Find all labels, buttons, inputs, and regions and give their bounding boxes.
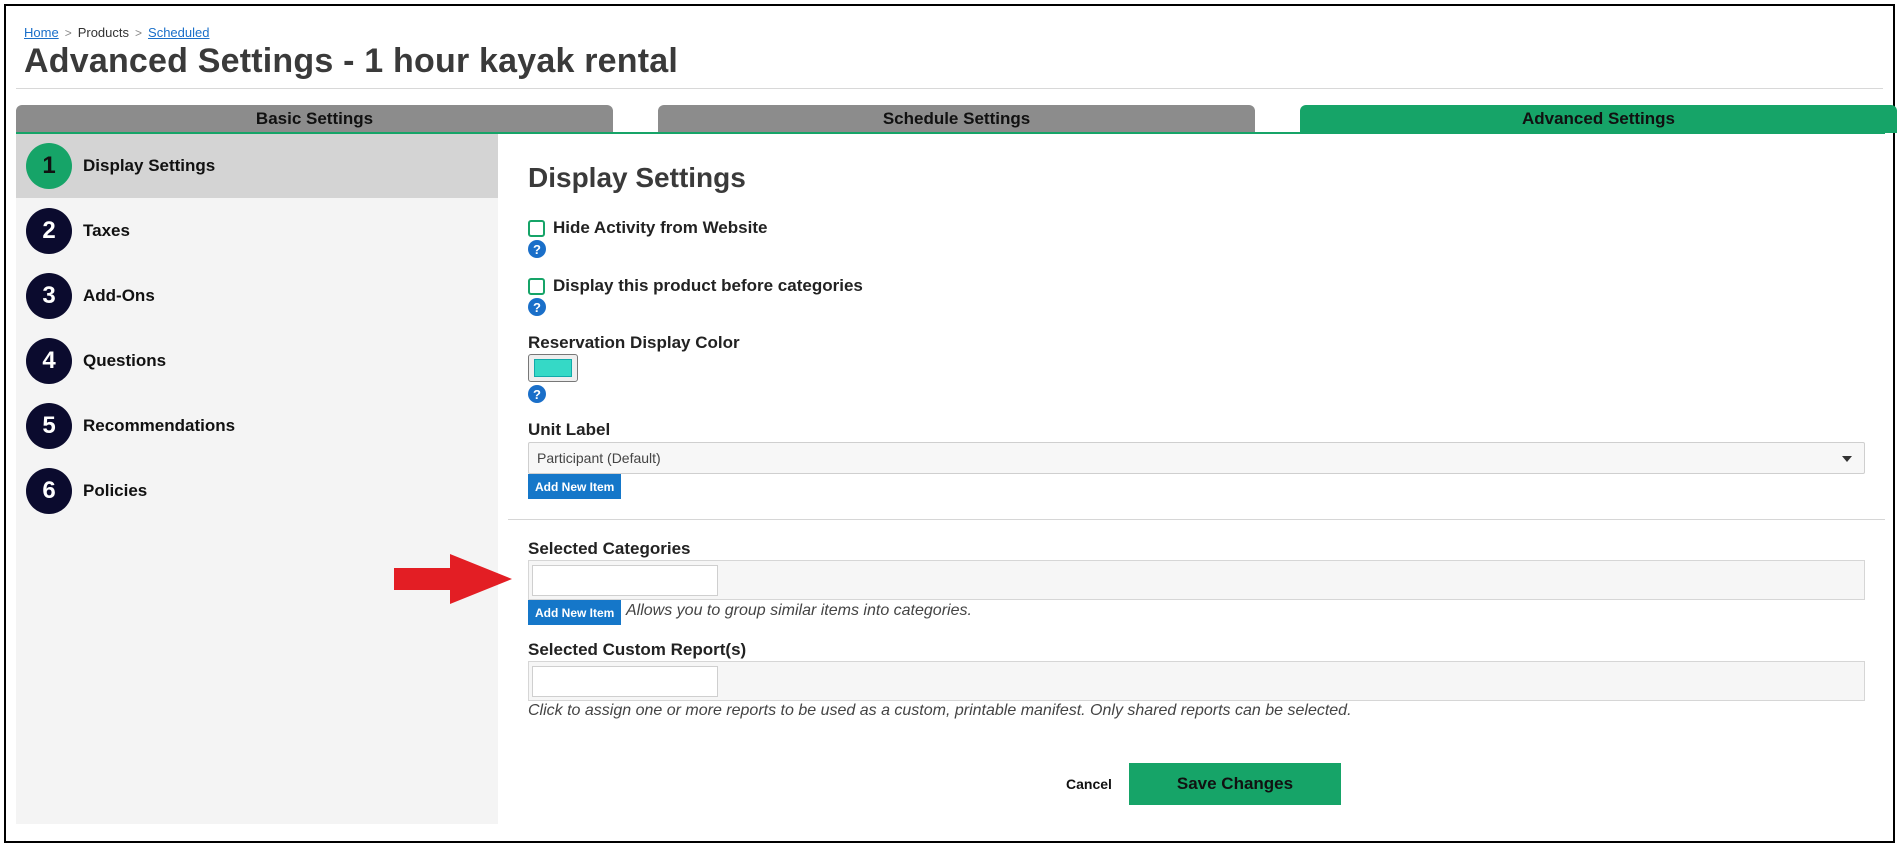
app-window: Home > Products > Scheduled Advanced Set… [4, 4, 1897, 843]
selected-categories-field [528, 560, 1865, 600]
settings-tabs: Basic Settings Schedule Settings Advance… [16, 105, 1897, 133]
main-panel: Display Settings Hide Activity from Webs… [508, 134, 1885, 834]
chevron-down-icon [1842, 456, 1852, 462]
unit-label-heading: Unit Label [528, 420, 611, 439]
sidebar-item-recommendations[interactable]: 5 Recommendations [16, 394, 498, 458]
step-number-badge: 6 [26, 468, 72, 514]
step-number-badge: 1 [26, 143, 72, 189]
breadcrumb-scheduled-link[interactable]: Scheduled [148, 25, 209, 40]
sidebar: 1 Display Settings 2 Taxes 3 Add-Ons 4 Q… [16, 134, 498, 824]
hide-activity-label: Hide Activity from Website [553, 218, 768, 237]
display-before-row: Display this product before categories [528, 276, 863, 296]
cancel-button[interactable]: Cancel [1066, 776, 1112, 792]
save-changes-button[interactable]: Save Changes [1129, 763, 1341, 805]
help-icon[interactable]: ? [528, 298, 546, 316]
section-title: Display Settings [528, 162, 746, 193]
add-category-button[interactable]: Add New Item [528, 600, 622, 625]
reservation-color-label: Reservation Display Color [528, 333, 740, 352]
step-number-badge: 5 [26, 403, 72, 449]
hide-activity-checkbox[interactable] [528, 219, 545, 237]
custom-reports-label: Selected Custom Report(s) [528, 640, 747, 659]
section-divider [508, 519, 1885, 520]
custom-reports-hint: Click to assign one or more reports to b… [528, 702, 1352, 719]
hide-activity-row: Hide Activity from Website [528, 218, 767, 238]
breadcrumb: Home > Products > Scheduled [24, 25, 209, 40]
selected-categories-label: Selected Categories [528, 539, 691, 558]
tab-schedule-settings[interactable]: Schedule Settings [658, 105, 1255, 133]
display-before-categories-label: Display this product before categories [553, 276, 863, 295]
step-number-badge: 4 [26, 338, 72, 384]
custom-reports-field [528, 661, 1865, 701]
step-number-badge: 2 [26, 208, 72, 254]
help-icon[interactable]: ? [528, 240, 546, 258]
page-title: Advanced Settings - 1 hour kayak rental [24, 42, 678, 80]
breadcrumb-separator-icon: > [135, 25, 143, 40]
red-arrow-annotation-icon [394, 554, 512, 604]
tab-advanced-settings[interactable]: Advanced Settings [1300, 105, 1897, 133]
breadcrumb-home-link[interactable]: Home [24, 25, 59, 40]
unit-label-selected-value: Participant (Default) [537, 450, 661, 466]
tab-basic-settings[interactable]: Basic Settings [16, 105, 613, 133]
custom-reports-input[interactable] [532, 666, 718, 697]
sidebar-item-label: Questions [83, 351, 167, 370]
categories-input[interactable] [532, 565, 718, 596]
sidebar-item-label: Add-Ons [83, 286, 155, 305]
add-unit-label-button[interactable]: Add New Item [528, 474, 622, 499]
breadcrumb-separator-icon: > [64, 25, 72, 40]
sidebar-item-policies[interactable]: 6 Policies [16, 459, 498, 523]
reservation-color-picker[interactable] [528, 354, 578, 382]
sidebar-item-label: Recommendations [83, 416, 236, 435]
breadcrumb-products: Products [77, 25, 130, 40]
sidebar-item-add-ons[interactable]: 3 Add-Ons [16, 264, 498, 328]
sidebar-item-questions[interactable]: 4 Questions [16, 329, 498, 393]
help-icon[interactable]: ? [528, 385, 546, 403]
title-divider [16, 88, 1883, 89]
display-before-categories-checkbox[interactable] [528, 277, 545, 295]
color-swatch-fill [534, 359, 572, 377]
sidebar-item-taxes[interactable]: 2 Taxes [16, 199, 498, 263]
sidebar-item-display-settings[interactable]: 1 Display Settings [16, 134, 498, 198]
step-number-badge: 3 [26, 273, 72, 319]
sidebar-item-label: Policies [83, 481, 148, 500]
categories-hint: Allows you to group similar items into c… [626, 602, 972, 619]
unit-label-select[interactable]: Participant (Default) [528, 442, 1865, 474]
sidebar-item-label: Taxes [83, 221, 130, 240]
sidebar-item-label: Display Settings [83, 156, 216, 175]
